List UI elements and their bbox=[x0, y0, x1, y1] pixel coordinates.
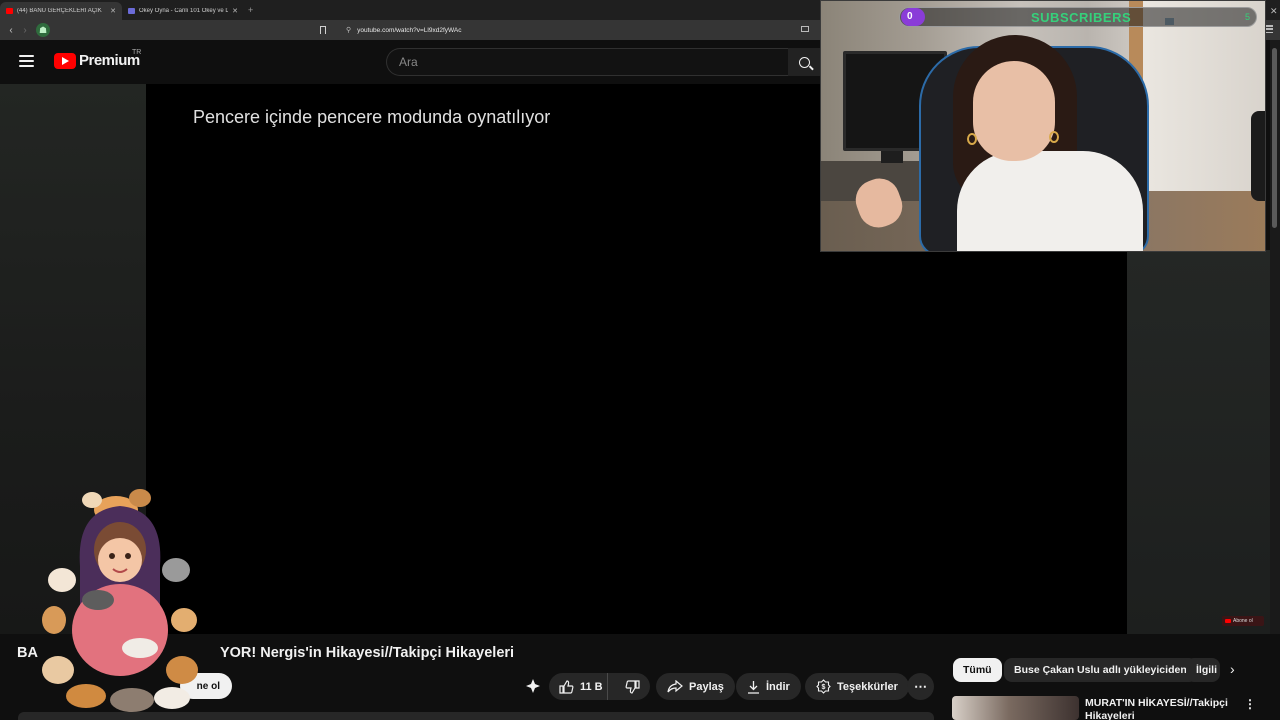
background-right bbox=[1127, 250, 1270, 634]
new-tab-button[interactable]: + bbox=[248, 5, 253, 15]
more-actions-button[interactable]: ⋯ bbox=[907, 673, 934, 700]
avatar-face bbox=[98, 538, 142, 582]
webcam-monitor-stand bbox=[881, 151, 903, 163]
super-thanks-icon: $ bbox=[816, 679, 831, 694]
youtube-premium-logo[interactable]: Premium bbox=[54, 52, 140, 69]
chip-label: İlgili bbox=[1196, 664, 1217, 676]
site-info-icon[interactable]: ⚲ bbox=[346, 26, 351, 34]
earring-icon bbox=[1049, 131, 1059, 143]
held-cat bbox=[82, 590, 114, 610]
chip-label: Tümü bbox=[963, 664, 992, 676]
tab-okey[interactable]: Okey Oyna - Canlı 101 Okey ve Düz ✕ bbox=[122, 2, 244, 20]
search-icon bbox=[798, 56, 810, 68]
youtube-favicon-icon bbox=[6, 8, 13, 14]
youtube-play-logo-icon bbox=[54, 52, 76, 69]
cast-icon[interactable] bbox=[801, 26, 809, 32]
subscribers-label: SUBSCRIBERS bbox=[1031, 10, 1132, 25]
thanks-label: Teşekkürler bbox=[837, 680, 898, 693]
like-dislike-group: 11 B bbox=[549, 673, 650, 700]
forward-icon[interactable]: › bbox=[18, 25, 32, 36]
share-button[interactable]: Paylaş bbox=[656, 673, 735, 700]
like-button[interactable]: 11 B bbox=[549, 673, 609, 700]
close-tab-icon[interactable]: ✕ bbox=[232, 7, 238, 15]
mini-subscribe-badge: Abone ol bbox=[1222, 616, 1264, 626]
search-box[interactable] bbox=[386, 48, 788, 76]
video-title-end: YOR! Nergis'in Hikayesi//Takipçi Hikayel… bbox=[219, 645, 515, 661]
chip-from-uploader[interactable]: Buse Çakan Uslu adlı yükleyiciden bbox=[1004, 658, 1197, 682]
back-icon[interactable]: ‹ bbox=[4, 25, 18, 36]
close-tab-icon[interactable]: ✕ bbox=[110, 7, 116, 15]
chevron-right-icon[interactable]: › bbox=[1230, 661, 1235, 677]
download-label: İndir bbox=[766, 680, 790, 693]
recommendation-menu-icon[interactable]: ⋮ bbox=[1244, 697, 1256, 711]
svg-text:$: $ bbox=[822, 684, 826, 691]
webcam-door bbox=[1139, 1, 1265, 201]
logo-text: Premium bbox=[79, 52, 140, 69]
subscriber-goal: 5 bbox=[1245, 12, 1251, 22]
screen: (44) BANU GERÇEKLERİ AÇIK ✕ Okey Oyna - … bbox=[0, 0, 1280, 720]
video-title-start: BA bbox=[17, 645, 38, 661]
recommendation-title[interactable]: MURAT'IN HİKAYESİ//Takipçi Hikayeleri bbox=[1085, 697, 1235, 720]
subscriber-count: 0 bbox=[901, 8, 925, 26]
chip-all[interactable]: Tümü bbox=[953, 658, 1002, 682]
tab-label: Okey Oyna - Canlı 101 Okey ve Düz bbox=[139, 8, 229, 14]
region-code: TR bbox=[132, 49, 142, 56]
scrollbar-thumb[interactable] bbox=[1272, 48, 1277, 228]
like-count: 11 B bbox=[580, 680, 603, 693]
webcam-overlay: 0 SUBSCRIBERS 5 bbox=[820, 0, 1266, 252]
okey-favicon-icon bbox=[128, 8, 135, 14]
thumbs-down-icon bbox=[625, 679, 640, 694]
youtube-mini-icon bbox=[1225, 619, 1231, 623]
url-field[interactable]: ⚲ youtube.com/watch?v=Ll9xd2fyWAc bbox=[346, 26, 462, 35]
mini-subscribe-label: Abone ol bbox=[1233, 618, 1253, 624]
tab-youtube[interactable]: (44) BANU GERÇEKLERİ AÇIK ✕ bbox=[0, 2, 122, 20]
webcam-person-shirt bbox=[957, 151, 1143, 251]
thumbs-up-icon bbox=[559, 679, 574, 694]
download-icon bbox=[748, 680, 759, 694]
earring-icon bbox=[967, 133, 977, 145]
recommendation-thumbnail[interactable] bbox=[952, 696, 1079, 720]
goal-marker-icon bbox=[1165, 18, 1174, 25]
url-text: youtube.com/watch?v=Ll9xd2fyWAc bbox=[357, 26, 462, 34]
search-input[interactable] bbox=[399, 55, 788, 69]
share-icon bbox=[667, 680, 683, 693]
browser-menu-icon[interactable] bbox=[1265, 25, 1273, 33]
webcam-person-face bbox=[973, 61, 1055, 161]
search-button[interactable] bbox=[788, 48, 820, 76]
bookmark-icon[interactable] bbox=[320, 26, 326, 34]
thanks-button[interactable]: $ Teşekkürler bbox=[805, 673, 909, 700]
tab-label: (44) BANU GERÇEKLERİ AÇIK bbox=[17, 8, 102, 14]
chip-related[interactable]: İlgili bbox=[1186, 658, 1220, 682]
description-box[interactable] bbox=[18, 712, 934, 720]
hamburger-menu-icon[interactable] bbox=[19, 55, 34, 67]
page-scrollbar[interactable] bbox=[1270, 40, 1280, 634]
pip-message: Pencere içinde pencere modunda oynatılıy… bbox=[193, 107, 551, 127]
download-button[interactable]: İndir bbox=[736, 673, 801, 700]
share-label: Paylaş bbox=[689, 680, 724, 693]
dislike-button[interactable] bbox=[614, 673, 650, 700]
cat-avatar-sticker bbox=[42, 489, 198, 712]
webcam-chair-back bbox=[1251, 111, 1265, 201]
chip-label: Buse Çakan Uslu adlı yükleyiciden bbox=[1014, 664, 1187, 676]
sparkle-ai-icon[interactable] bbox=[525, 678, 541, 694]
extension-icon[interactable]: ☗ bbox=[36, 23, 50, 37]
more-icon: ⋯ bbox=[914, 678, 927, 694]
window-close-icon[interactable]: ✕ bbox=[1270, 6, 1278, 17]
